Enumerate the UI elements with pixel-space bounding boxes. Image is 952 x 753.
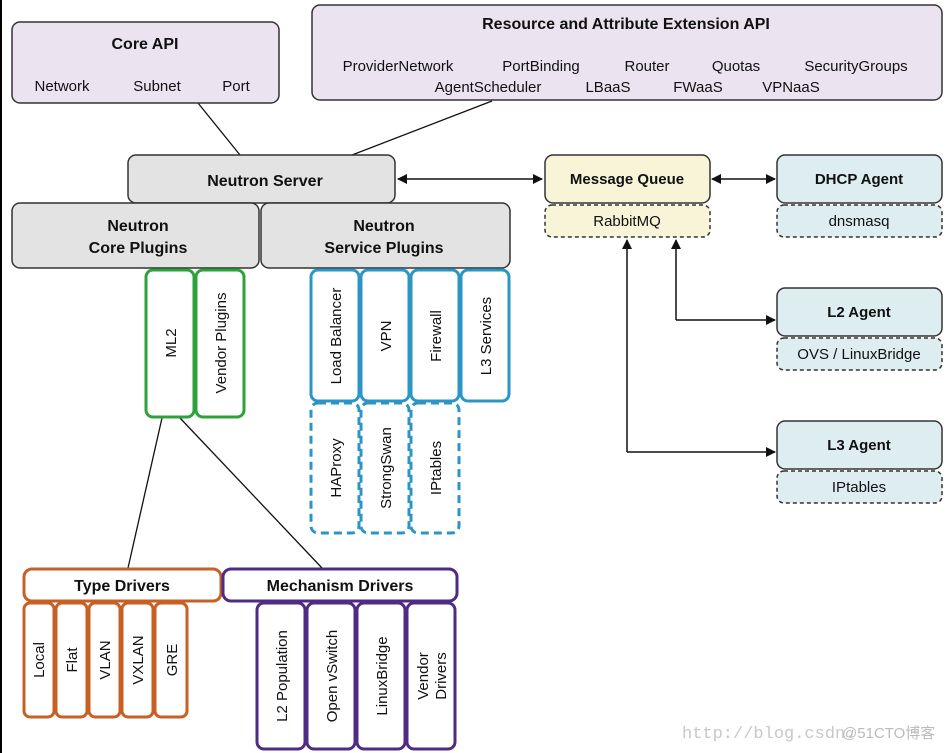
- l2-agent-box: L2 Agent OVS / LinuxBridge: [776, 287, 943, 371]
- strongswan-box: StrongSwan: [359, 401, 411, 535]
- service-plugins-box: Neutron Service Plugins: [260, 202, 511, 269]
- extension-item: LBaaS: [585, 79, 630, 96]
- core-api-title: Core API: [112, 36, 179, 53]
- extension-item: Quotas: [712, 58, 760, 75]
- vendor-plugins-label: Vendor Plugins: [213, 293, 230, 394]
- mech-driver-ovs: Open vSwitch: [305, 601, 357, 751]
- dhcp-agent-title: DHCP Agent: [815, 171, 903, 188]
- core-api-connector: [197, 102, 241, 156]
- extension-item: VPNaaS: [762, 79, 820, 96]
- extension-item: Router: [624, 58, 669, 75]
- iptables-backend-label: IPtables: [428, 441, 445, 495]
- type-drivers-header: Type Drivers: [22, 567, 223, 603]
- type-driver-flat: Flat: [54, 601, 89, 719]
- firewall-box: Firewall: [409, 268, 461, 403]
- core-plugins-title-1: Neutron: [107, 218, 168, 235]
- mech-driver-label: Drivers: [433, 652, 450, 700]
- l3-services-label: L3 Services: [478, 297, 495, 375]
- mech-driver-label: Open vSwitch: [324, 630, 341, 723]
- ml2-type-connector: [127, 417, 163, 569]
- core-plugins-title-2: Core Plugins: [89, 240, 188, 257]
- dhcp-agent-box: DHCP Agent dnsmasq: [776, 154, 943, 238]
- dnsmasq-label: dnsmasq: [829, 213, 890, 230]
- type-drivers-title: Type Drivers: [74, 578, 170, 595]
- mech-driver-label: LinuxBridge: [374, 636, 391, 715]
- type-driver-label: VLAN: [97, 640, 114, 679]
- neutron-server-box: Neutron Server: [127, 154, 396, 204]
- load-balancer-box: Load Balancer: [309, 268, 361, 403]
- vendor-plugins-box: Vendor Plugins: [194, 268, 246, 419]
- extension-api-connector: [351, 100, 493, 156]
- l3-agent-title: L3 Agent: [827, 437, 891, 454]
- l3-agent-box: L3 Agent IPtables: [776, 420, 943, 504]
- haproxy-box: HAProxy: [309, 401, 361, 535]
- watermark-brand: @51CTO博客: [842, 725, 935, 742]
- mechanism-drivers-header: Mechanism Drivers: [221, 567, 459, 603]
- type-driver-label: Local: [31, 642, 48, 678]
- extension-item: ProviderNetwork: [343, 58, 454, 75]
- vpn-box: VPN: [359, 268, 411, 403]
- rabbitmq-label: RabbitMQ: [593, 213, 661, 230]
- mech-driver-l2pop: L2 Population: [255, 601, 307, 751]
- core-api-box: Core API Network Subnet Port: [11, 21, 280, 104]
- core-api-item: Subnet: [133, 78, 181, 95]
- type-driver-label: Flat: [64, 647, 81, 673]
- type-driver-gre: GRE: [153, 601, 189, 719]
- extension-item: PortBinding: [502, 58, 580, 75]
- message-queue-box: Message Queue: [544, 154, 711, 204]
- core-api-item: Network: [34, 78, 90, 95]
- mech-driver-linuxbridge: LinuxBridge: [355, 601, 407, 751]
- mech-driver-vendor: Vendor Drivers: [405, 601, 457, 751]
- extension-item: AgentScheduler: [435, 79, 542, 96]
- extension-api-title: Resource and Attribute Extension API: [482, 16, 770, 33]
- strongswan-label: StrongSwan: [378, 427, 395, 509]
- type-driver-local: Local: [22, 601, 56, 719]
- firewall-label: Firewall: [428, 310, 445, 362]
- ml2-label: ML2: [163, 328, 180, 357]
- message-queue-title: Message Queue: [570, 171, 684, 188]
- service-plugins-title-1: Neutron: [353, 218, 414, 235]
- core-api-item: Port: [222, 78, 250, 95]
- iptables-backend-box: IPtables: [409, 401, 461, 535]
- watermark-url: http://blog.csdn.: [682, 725, 855, 744]
- vpn-label: VPN: [378, 321, 395, 352]
- neutron-server-title: Neutron Server: [207, 173, 323, 190]
- ovs-linuxbridge-label: OVS / LinuxBridge: [797, 346, 920, 363]
- extension-item: FWaaS: [673, 79, 722, 96]
- extension-api-box: Resource and Attribute Extension API Pro…: [311, 4, 943, 101]
- type-driver-label: VXLAN: [130, 635, 147, 684]
- type-driver-vxlan: VXLAN: [120, 601, 155, 719]
- mechanism-drivers-title: Mechanism Drivers: [267, 578, 414, 595]
- mech-driver-label: L2 Population: [274, 630, 291, 722]
- haproxy-label: HAProxy: [328, 438, 345, 498]
- core-plugins-box: Neutron Core Plugins: [11, 202, 260, 269]
- l2-agent-title: L2 Agent: [827, 304, 891, 321]
- type-driver-vlan: VLAN: [87, 601, 122, 719]
- neutron-architecture-diagram: Core API Network Subnet Port Resource an…: [11, 4, 943, 751]
- load-balancer-label: Load Balancer: [328, 288, 345, 385]
- extension-item: SecurityGroups: [804, 58, 907, 75]
- rabbitmq-box: RabbitMQ: [544, 204, 711, 238]
- ml2-mech-connector: [179, 417, 323, 569]
- mech-driver-label: Vendor: [415, 652, 432, 700]
- type-driver-label: GRE: [164, 644, 181, 677]
- l3-iptables-label: IPtables: [832, 479, 886, 496]
- l3-services-box: L3 Services: [459, 268, 511, 403]
- service-plugins-title-2: Service Plugins: [324, 240, 443, 257]
- ml2-box: ML2: [144, 268, 196, 419]
